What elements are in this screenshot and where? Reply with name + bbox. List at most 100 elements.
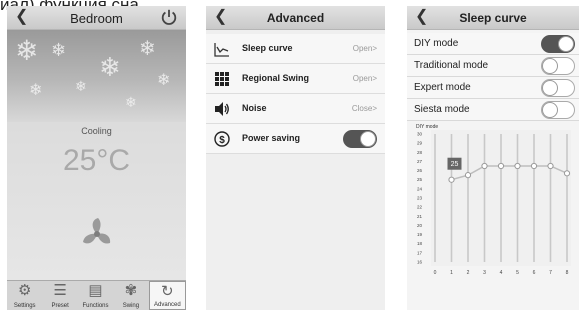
toggle-knob [360, 131, 376, 147]
snowflake-icon: ❄ [139, 38, 156, 60]
snowflake-icon: ❄ [29, 82, 43, 99]
bedroom-screen: ❮ Bedroom ❄ ❄ ❄ ❄ ❄ ❄ ❄ ❄ Cooling 25°C ⚙… [7, 6, 186, 310]
data-point [497, 162, 505, 170]
diy-mode-toggle[interactable] [541, 35, 575, 53]
list-item-value: Close> [351, 104, 377, 113]
snowflake-icon: ❄ [125, 94, 137, 110]
snowflake-icon: ❄ [99, 52, 121, 82]
temperature-display: 25°C [62, 144, 131, 177]
data-point [514, 162, 521, 170]
list-item-label: Sleep curve [242, 43, 293, 53]
document-icon: ▤ [88, 282, 103, 299]
snowflake-icon: ❄ [75, 78, 87, 94]
gear-icon: ⚙ [17, 282, 32, 299]
data-point [481, 162, 488, 170]
expert-mode-toggle[interactable] [541, 79, 575, 97]
data-point [530, 162, 538, 170]
power-saving-toggle[interactable] [343, 130, 377, 148]
y-tick-label: 27 [417, 159, 423, 164]
x-tick-label: 8 [566, 270, 569, 276]
y-tick-label: 29 [417, 141, 423, 146]
tab-label: Functions [82, 303, 109, 309]
advanced-list: Sleep curve Open> Regional Swing Open> N… [206, 34, 385, 154]
list-item-regional-swing[interactable]: Regional Swing Open> [206, 64, 385, 94]
y-tick-label: 30 [417, 132, 423, 137]
snowflake-icon: ❄ [51, 40, 67, 60]
mode-label: Cooling [81, 126, 112, 136]
tab-preset[interactable]: ☰ Preset [42, 281, 77, 310]
mode-row-diy: DIY mode [407, 33, 579, 55]
list-item-value: Open> [352, 44, 377, 53]
x-tick-label: 5 [516, 270, 519, 276]
tab-label: Preset [51, 303, 69, 309]
mode-label: Traditional mode [414, 60, 489, 71]
x-tick-label: 4 [500, 270, 503, 276]
tab-advanced[interactable]: ↻ Advanced [148, 281, 186, 310]
list-item-label: Power saving [242, 133, 301, 143]
siesta-mode-toggle[interactable] [541, 101, 575, 119]
power-icon[interactable] [160, 8, 178, 26]
data-point [563, 170, 571, 177]
bottom-tab-bar: ⚙ Settings ☰ Preset ▤ Functions ✾ Swing … [7, 280, 186, 310]
y-tick-label: 25 [417, 177, 423, 182]
y-tick-label: 22 [417, 205, 423, 210]
fan-icon: ✾ [124, 282, 138, 299]
page-title: Advanced [266, 11, 325, 25]
toggle-knob [558, 36, 574, 52]
list-icon: ☰ [53, 282, 67, 299]
data-point [464, 172, 472, 179]
speaker-icon [215, 102, 229, 116]
tab-settings[interactable]: ⚙ Settings [7, 281, 42, 310]
sleep-curve-icon [214, 43, 229, 57]
fan-icon [83, 218, 111, 244]
refresh-icon: ↻ [161, 283, 174, 300]
tab-label: Settings [13, 303, 36, 309]
y-tick-label: 19 [417, 232, 423, 237]
y-tick-label: 18 [417, 241, 423, 246]
advanced-screen: ❮ Advanced Sleep curve Open> Regional Sw… [206, 6, 385, 310]
tab-label: Swing [122, 303, 140, 309]
tab-swing[interactable]: ✾ Swing [113, 281, 148, 310]
y-tick-label: 26 [417, 168, 423, 173]
x-tick-label: 2 [467, 270, 470, 276]
sleep-curve-screen: ❮ Sleep curve DIY mode Traditional mode … [407, 6, 579, 310]
list-item-sleep-curve[interactable]: Sleep curve Open> [206, 34, 385, 64]
list-item-label: Regional Swing [242, 73, 310, 83]
list-item-noise[interactable]: Noise Close> [206, 94, 385, 124]
y-tick-label: 23 [417, 196, 423, 201]
y-tick-label: 24 [417, 186, 423, 191]
y-tick-label: 17 [417, 250, 423, 255]
traditional-mode-toggle[interactable] [541, 57, 575, 75]
y-tick-label: 20 [417, 223, 423, 228]
mode-label: Siesta mode [414, 104, 470, 115]
list-item-value: Open> [352, 74, 377, 83]
mode-label: Expert mode [414, 82, 471, 93]
page-title: Sleep curve [459, 11, 527, 25]
grid-icon [215, 72, 229, 86]
advanced-top-bar: ❮ Advanced [206, 6, 385, 30]
snowflake-icon: ❄ [157, 72, 171, 89]
y-tick-label: 28 [417, 150, 423, 155]
snowflake-banner: ❄ ❄ ❄ ❄ ❄ ❄ ❄ ❄ [7, 30, 186, 122]
svg-text:$: $ [219, 135, 225, 146]
x-tick-label: 0 [434, 270, 437, 276]
tab-functions[interactable]: ▤ Functions [78, 281, 113, 310]
x-tick-label: 6 [533, 270, 536, 276]
sleep-curve-chart[interactable]: 3029282726252423222120191817160 1 2 3 4 5 6 7 82… [407, 124, 579, 284]
list-item-label: Noise [242, 103, 267, 113]
bedroom-top-bar: ❮ Bedroom [7, 6, 186, 30]
mode-row-siesta: Siesta mode [407, 99, 579, 121]
selected-value-label: 25 [451, 161, 459, 168]
tab-label: Advanced [153, 302, 181, 308]
data-point [547, 162, 554, 170]
list-item-power-saving: $ Power saving [206, 124, 385, 154]
x-tick-label: 1 [450, 270, 453, 276]
mode-row-traditional: Traditional mode [407, 55, 579, 77]
data-point [448, 176, 455, 183]
x-tick-label: 3 [483, 270, 486, 276]
toggle-knob [542, 58, 558, 74]
sleep-curve-top-bar: ❮ Sleep curve [407, 6, 579, 30]
toggle-knob [542, 80, 558, 96]
y-tick-label: 16 [417, 260, 423, 265]
mode-label: DIY mode [414, 38, 459, 49]
